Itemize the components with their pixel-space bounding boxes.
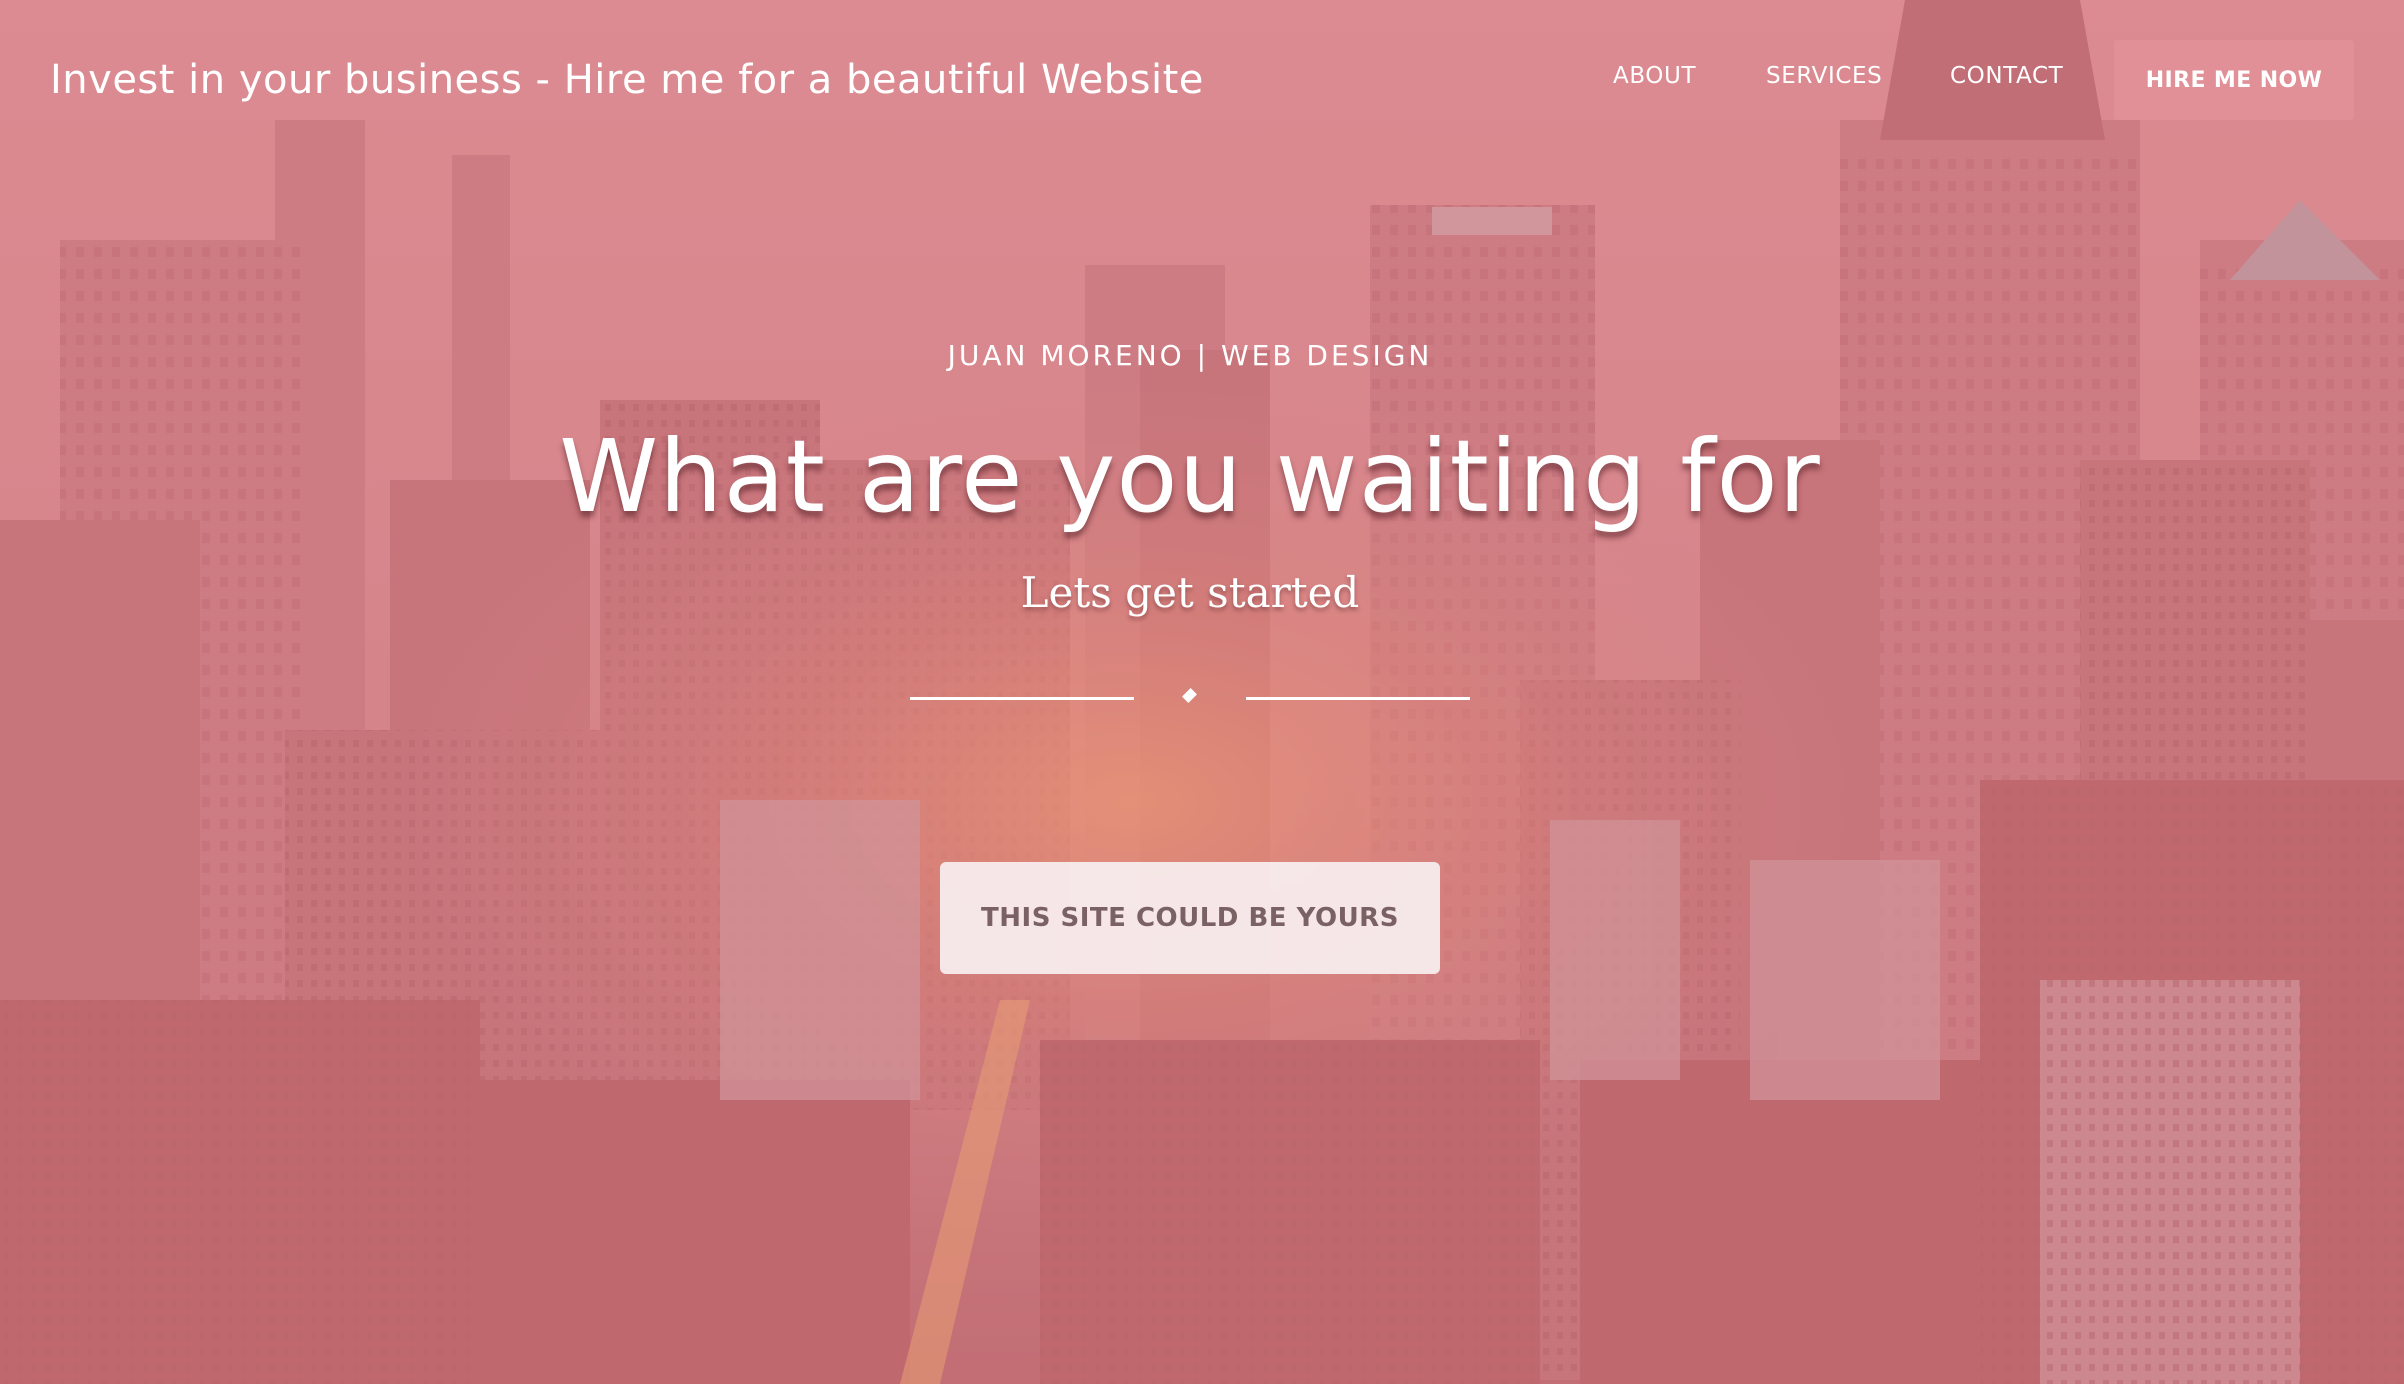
divider-line-right [1246, 697, 1470, 700]
hero-section: JUAN MORENO | WEB DESIGN What are you wa… [0, 0, 2404, 1384]
brand-link[interactable]: Invest in your business - Hire me for a … [50, 50, 1204, 110]
cta-button[interactable]: THIS SITE COULD BE YOURS [940, 862, 1440, 974]
nav-about-link[interactable]: ABOUT [1613, 58, 1696, 94]
hero-subtitle: Lets get started [1020, 568, 1360, 617]
hero-eyebrow: JUAN MORENO | WEB DESIGN [947, 339, 1433, 372]
site-header: Invest in your business - Hire me for a … [0, 0, 2404, 160]
divider-line-left [910, 697, 1134, 700]
hero-title: What are you waiting for [559, 418, 1821, 535]
nav-contact-link[interactable]: CONTACT [1950, 58, 2063, 94]
hero-divider [910, 684, 1470, 714]
hire-me-now-button[interactable]: HIRE ME NOW [2114, 40, 2354, 120]
nav-services-link[interactable]: SERVICES [1766, 58, 1882, 94]
diamond-icon [1182, 688, 1197, 703]
